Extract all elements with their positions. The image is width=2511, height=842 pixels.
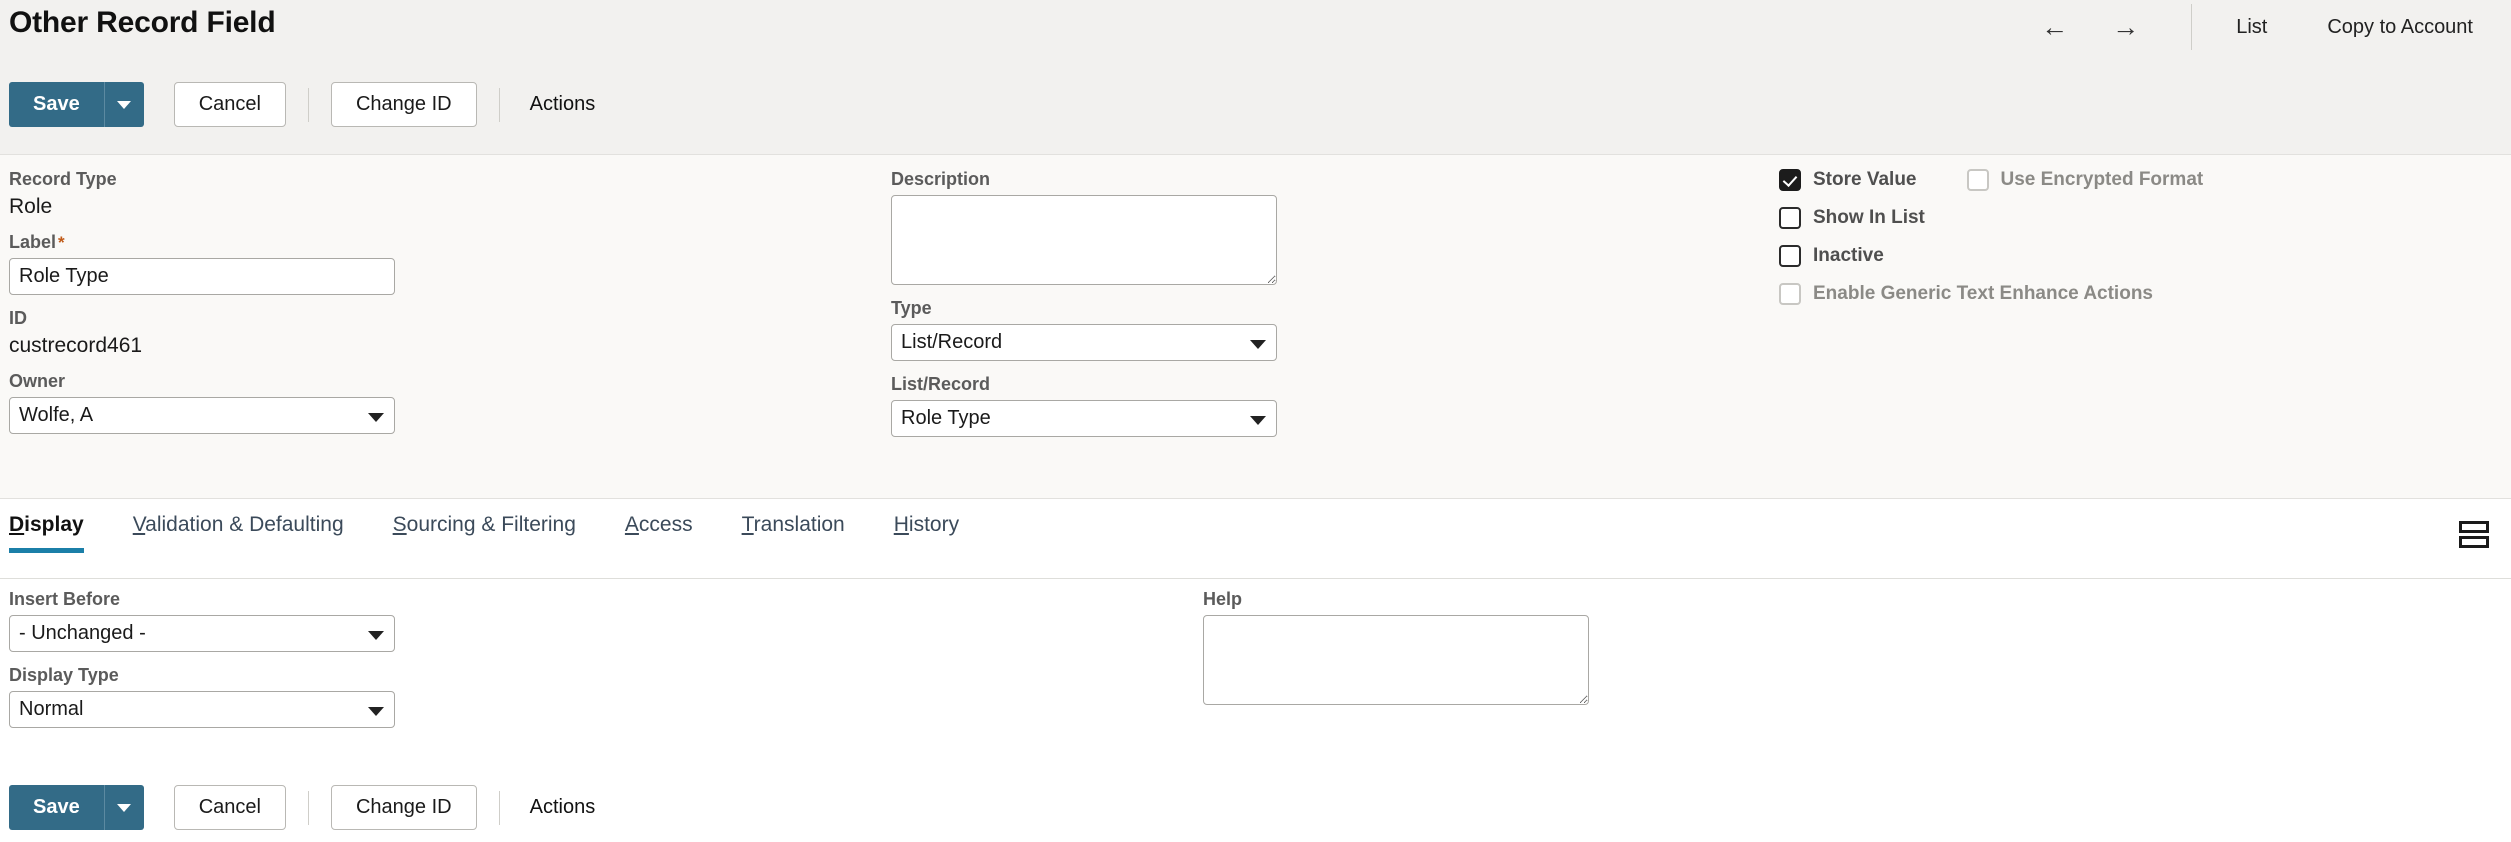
top-button-bar: Save Cancel Change ID Actions <box>9 82 595 127</box>
list-record-select-value: Role Type <box>891 400 1277 437</box>
chevron-down-icon <box>117 803 132 812</box>
checkbox-box <box>1966 169 1989 191</box>
help-textarea[interactable] <box>1203 615 1589 705</box>
tab-sourcing-and-filtering[interactable]: Sourcing & Filtering <box>393 513 576 553</box>
checkbox-label: Store Value <box>1813 169 1917 190</box>
header-separator <box>2191 4 2193 50</box>
insert-before-select-value: - Unchanged - <box>9 615 395 652</box>
description-textarea[interactable] <box>891 195 1277 285</box>
record-type-label: Record Type <box>9 169 117 189</box>
list-record-select[interactable]: Role Type <box>891 400 1277 437</box>
actions-menu[interactable]: Actions <box>530 93 596 116</box>
save-button-bottom[interactable]: Save <box>9 785 104 830</box>
form-column-right: Store Value Use Encrypted Format Show In… <box>1779 155 2479 321</box>
save-dropdown-button-bottom[interactable] <box>103 785 144 830</box>
tab-validation-and-defaulting[interactable]: Validation & Defaulting <box>133 513 344 553</box>
checkbox-enable-generic-text-enhance-actions: Enable Generic Text Enhance Actions <box>1779 283 2153 305</box>
toolbar-separator <box>498 790 500 825</box>
change-id-button[interactable]: Change ID <box>330 82 477 127</box>
form-column-left: Record Type Role Label* ID custrecord461… <box>9 155 569 447</box>
bottom-button-bar: Save Cancel Change ID Actions <box>9 785 595 830</box>
checkbox-box <box>1779 283 1801 305</box>
checkbox-box <box>1779 245 1801 267</box>
description-label: Description <box>891 169 991 189</box>
chevron-down-icon <box>117 100 132 109</box>
toolbar-separator <box>307 790 309 825</box>
copy-to-account-link[interactable]: Copy to Account <box>2297 16 2511 39</box>
display-type-select-value: Normal <box>9 691 395 728</box>
bottom-button-bar-wrapper: Save Cancel Change ID Actions <box>0 773 2511 842</box>
change-id-button-bottom[interactable]: Change ID <box>330 785 477 830</box>
checkbox-row: Store Value Use Encrypted Format <box>1779 169 2479 191</box>
insert-before-select[interactable]: - Unchanged - <box>9 615 395 652</box>
layout-icon-bar-bottom <box>2459 535 2489 548</box>
id-value: custrecord461 <box>9 334 143 357</box>
page-title: Other Record Field <box>9 6 276 39</box>
type-select-value: List/Record <box>891 324 1277 361</box>
label-field-label: Label * <box>9 232 65 252</box>
checkbox-store-value[interactable]: Store Value <box>1779 169 1917 191</box>
checkbox-show-in-list[interactable]: Show In List <box>1779 207 1925 229</box>
save-dropdown-button[interactable] <box>103 82 144 127</box>
checkbox-label: Use Encrypted Format <box>2000 169 2204 190</box>
checkbox-label: Show In List <box>1813 207 1925 228</box>
record-field-form: Record Type Role Label* ID custrecord461… <box>0 155 2511 499</box>
owner-select[interactable]: Wolfe, A <box>9 397 395 434</box>
owner-label: Owner <box>9 371 66 391</box>
required-marker: * <box>58 233 65 252</box>
tab-translation[interactable]: Translation <box>742 513 845 553</box>
forward-arrow-icon[interactable]: → <box>2090 13 2161 41</box>
help-label: Help <box>1203 589 1243 609</box>
tab-access[interactable]: Access <box>625 513 693 553</box>
checkbox-inactive[interactable]: Inactive <box>1779 245 1884 267</box>
checkbox-use-encrypted-format: Use Encrypted Format <box>1966 169 2204 191</box>
back-arrow-icon[interactable]: ← <box>2019 13 2090 41</box>
checkbox-box <box>1779 207 1801 229</box>
tab-history[interactable]: History <box>894 513 959 553</box>
type-label: Type <box>891 298 932 318</box>
checkbox-row: Inactive <box>1779 245 2479 267</box>
save-button[interactable]: Save <box>9 82 104 127</box>
display-column-middle: Help <box>1203 589 1589 718</box>
toolbar-separator <box>307 87 309 122</box>
label-input[interactable] <box>9 258 395 295</box>
header-actions: ← → List Copy to Account <box>2019 4 2511 50</box>
insert-before-label: Insert Before <box>9 589 121 609</box>
checkbox-box <box>1779 169 1801 191</box>
tab-bar: Display Validation & Defaulting Sourcing… <box>0 499 2511 579</box>
display-type-select[interactable]: Normal <box>9 691 395 728</box>
page-header: Other Record Field ← → List Copy to Acco… <box>0 0 2511 155</box>
actions-menu-bottom[interactable]: Actions <box>530 796 596 819</box>
layout-icon-bar-top <box>2459 520 2489 533</box>
toolbar-separator <box>498 87 500 122</box>
display-type-label: Display Type <box>9 665 119 685</box>
list-link[interactable]: List <box>2206 16 2297 39</box>
checkbox-row: Enable Generic Text Enhance Actions <box>1779 283 2479 305</box>
checkbox-group: Store Value Use Encrypted Format Show In… <box>1779 155 2479 305</box>
display-column-left: Insert Before - Unchanged - Display Type… <box>9 589 395 741</box>
cancel-button-bottom[interactable]: Cancel <box>173 785 286 830</box>
record-type-value: Role <box>9 195 53 218</box>
checkbox-label: Inactive <box>1813 245 1884 266</box>
type-select[interactable]: List/Record <box>891 324 1277 361</box>
list-record-label: List/Record <box>891 374 991 394</box>
id-label: ID <box>9 308 27 328</box>
layout-toggle-icon[interactable] <box>2454 517 2494 551</box>
display-tab-panel: Insert Before - Unchanged - Display Type… <box>0 579 2511 773</box>
form-column-middle: Description Type List/Record List/Record… <box>891 155 1491 450</box>
tab-display[interactable]: Display <box>9 513 84 553</box>
owner-select-value: Wolfe, A <box>9 397 395 434</box>
save-split-button: Save <box>9 82 144 127</box>
cancel-button[interactable]: Cancel <box>173 82 286 127</box>
tab-list: Display Validation & Defaulting Sourcing… <box>9 513 1008 553</box>
save-split-button-bottom: Save <box>9 785 144 830</box>
checkbox-label: Enable Generic Text Enhance Actions <box>1813 283 2153 304</box>
checkbox-row: Show In List <box>1779 207 2479 229</box>
